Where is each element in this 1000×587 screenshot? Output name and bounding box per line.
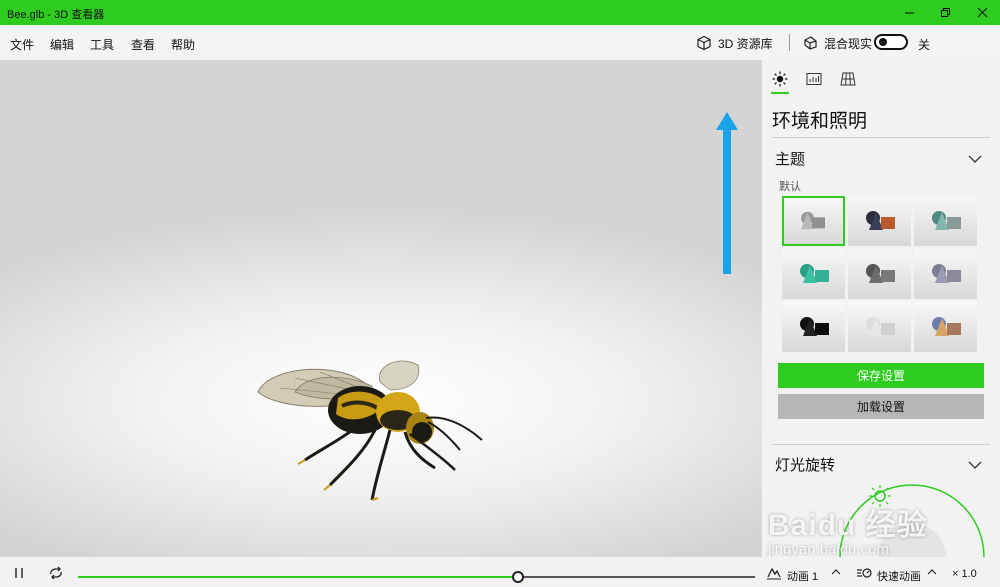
theme-option-lavender[interactable] <box>914 249 977 299</box>
annotation-arrow <box>716 112 738 274</box>
title-bar: Bee.glb - 3D 查看器 <box>0 0 1000 25</box>
theme-option-teal[interactable] <box>782 249 845 299</box>
stats-icon <box>806 73 822 85</box>
theme-preview <box>932 317 961 336</box>
theme-option-teal-gray[interactable] <box>914 196 977 246</box>
animation-label[interactable]: 动画 1 <box>787 568 818 584</box>
theme-option-white[interactable] <box>848 302 911 352</box>
chevron-up-icon[interactable] <box>831 568 841 576</box>
minimize-icon <box>904 12 914 14</box>
load-settings-button[interactable]: 加载设置 <box>778 394 984 419</box>
menu-tools[interactable]: 工具 <box>90 36 114 53</box>
watermark-url: jingyan.baidu.com <box>768 541 889 558</box>
heading-divider <box>772 137 990 138</box>
theme-preview <box>932 264 961 283</box>
tab-grid[interactable] <box>837 68 859 90</box>
theme-preview <box>801 211 825 230</box>
bee-model <box>257 360 483 501</box>
theme-default-label: 默认 <box>779 181 801 193</box>
timeline-track[interactable] <box>78 571 755 583</box>
theme-preview <box>800 317 829 336</box>
theme-preview <box>866 317 895 336</box>
chevron-up-icon[interactable] <box>927 568 937 576</box>
speed-label[interactable]: × 1.0 <box>952 568 977 580</box>
3d-viewport[interactable] <box>0 60 762 557</box>
pause-icon[interactable] <box>11 565 27 581</box>
menu-bar: 文件 编辑 工具 查看 帮助 3D 资源库 混合现实 <box>0 25 1000 60</box>
menu-help[interactable]: 帮助 <box>171 36 195 53</box>
close-icon <box>977 7 987 18</box>
timeline-progress <box>78 576 519 578</box>
cube-icon <box>697 35 711 51</box>
grid-icon <box>840 72 856 86</box>
mixed-reality-icon <box>804 36 817 50</box>
close-button[interactable] <box>965 0 999 25</box>
environment-panel: 环境和照明 主题 默认 保存设置 加载设置 灯光旋转 <box>762 60 1000 557</box>
theme-option-dark-gray[interactable] <box>848 249 911 299</box>
active-tab-indicator <box>771 92 789 94</box>
light-rotation-section-title[interactable]: 灯光旋转 <box>775 454 835 475</box>
chevron-down-icon[interactable] <box>968 460 982 470</box>
theme-option-default[interactable] <box>782 196 845 246</box>
theme-option-black[interactable] <box>782 302 845 352</box>
menu-separator <box>789 34 790 51</box>
3d-viewer-app: Bee.glb - 3D 查看器 文件 编辑 工具 查看 帮助 3D 资源库 混… <box>0 0 1000 587</box>
theme-preview <box>866 264 895 283</box>
mixed-reality-label: 混合现实 <box>824 36 873 51</box>
mixed-reality-button[interactable]: 混合现实 <box>802 34 872 52</box>
window-title: Bee.glb - 3D 查看器 <box>7 9 105 21</box>
minimize-button[interactable] <box>892 0 926 25</box>
menu-view[interactable]: 查看 <box>131 36 155 53</box>
theme-preview <box>932 211 961 230</box>
3d-library-label: 3D 资源库 <box>718 36 773 51</box>
timeline-thumb[interactable] <box>512 571 525 583</box>
theme-preview <box>866 211 895 230</box>
animation-icon[interactable] <box>766 565 782 581</box>
speed-icon[interactable] <box>856 565 872 581</box>
sun-icon <box>772 71 788 87</box>
theme-option-multicolor[interactable] <box>914 302 977 352</box>
toggle-knob <box>879 38 887 46</box>
menu-file[interactable]: 文件 <box>10 36 34 53</box>
baidu-watermark: Baidu 经验 jingyan.baidu.com <box>764 490 944 565</box>
section-divider <box>772 444 990 445</box>
loop-icon[interactable] <box>48 565 64 581</box>
theme-preview <box>800 264 829 283</box>
save-settings-button[interactable]: 保存设置 <box>778 363 984 388</box>
3d-library-button[interactable]: 3D 资源库 <box>696 34 773 52</box>
theme-option-copper[interactable] <box>848 196 911 246</box>
toggle-state-label: 关 <box>918 38 931 52</box>
panel-heading: 环境和照明 <box>772 111 868 132</box>
chevron-down-icon[interactable] <box>968 154 982 164</box>
restore-icon <box>940 8 950 17</box>
tab-stats[interactable] <box>803 68 825 90</box>
tab-environment[interactable] <box>769 68 791 90</box>
playback-bar: 动画 1 快速动画 × 1.0 <box>0 557 1000 587</box>
mixed-reality-toggle[interactable] <box>874 34 908 50</box>
menu-edit[interactable]: 编辑 <box>50 36 74 53</box>
watermark-title: Baidu 经验 <box>768 509 928 542</box>
restore-button[interactable] <box>928 0 962 25</box>
theme-section-title[interactable]: 主题 <box>775 148 805 169</box>
fast-animation-label[interactable]: 快速动画 <box>877 568 921 584</box>
